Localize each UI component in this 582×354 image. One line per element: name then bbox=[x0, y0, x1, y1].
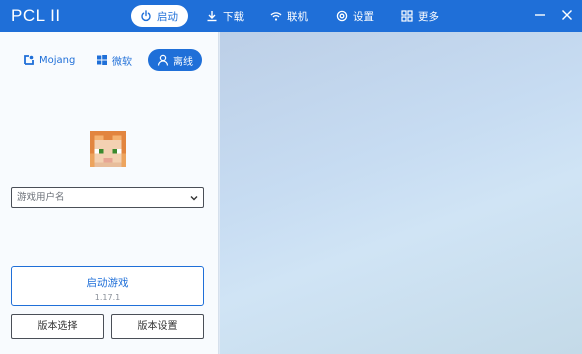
player-avatar bbox=[90, 131, 126, 167]
nav-download[interactable]: 下载 bbox=[197, 5, 253, 27]
chevron-down-icon[interactable] bbox=[190, 194, 198, 202]
nav-more[interactable]: 更多 bbox=[392, 5, 448, 27]
title-bar: PCL II 启动 下载 联机 设置 更多 bbox=[0, 0, 582, 32]
wifi-icon bbox=[270, 12, 282, 21]
tab-mojang-label: Mojang bbox=[39, 54, 76, 66]
tab-microsoft[interactable]: 微软 bbox=[96, 49, 132, 71]
download-icon bbox=[207, 11, 217, 22]
tab-offline[interactable]: 离线 bbox=[148, 49, 202, 71]
launch-game-label: 启动游戏 bbox=[86, 277, 129, 289]
nav-more-label: 更多 bbox=[418, 10, 439, 23]
tab-mojang[interactable]: Mojang bbox=[23, 49, 75, 71]
power-icon bbox=[141, 10, 151, 22]
close-icon[interactable] bbox=[560, 8, 574, 22]
username-field[interactable] bbox=[11, 187, 204, 208]
nav-launch-label: 启动 bbox=[157, 10, 178, 23]
nav-download-label: 下载 bbox=[223, 10, 244, 23]
main-background bbox=[220, 32, 582, 354]
nav-settings[interactable]: 设置 bbox=[327, 5, 383, 27]
tab-microsoft-label: 微软 bbox=[112, 56, 132, 68]
windows-icon bbox=[97, 55, 107, 65]
user-icon bbox=[157, 54, 169, 66]
nav-settings-label: 设置 bbox=[353, 10, 374, 23]
launch-version: 1.17.1 bbox=[94, 293, 121, 302]
nav-launch[interactable]: 启动 bbox=[131, 5, 188, 27]
nav-online[interactable]: 联机 bbox=[261, 5, 317, 27]
mojang-icon bbox=[24, 55, 34, 65]
version-settings-button[interactable]: 版本设置 bbox=[111, 314, 204, 339]
app-title: PCL II bbox=[11, 6, 61, 25]
gear-icon bbox=[336, 10, 348, 22]
version-select-button[interactable]: 版本选择 bbox=[11, 314, 104, 339]
tab-offline-label: 离线 bbox=[173, 56, 193, 68]
nav-online-label: 联机 bbox=[287, 10, 308, 23]
grid-icon bbox=[401, 10, 413, 22]
launch-game-button[interactable]: 启动游戏 1.17.1 bbox=[11, 266, 204, 306]
minimize-icon[interactable] bbox=[533, 8, 547, 22]
username-input[interactable] bbox=[17, 190, 187, 205]
launch-panel: Mojang 微软 离线 启动游戏 1.17.1 版本选择 版本设置 bbox=[0, 32, 219, 354]
